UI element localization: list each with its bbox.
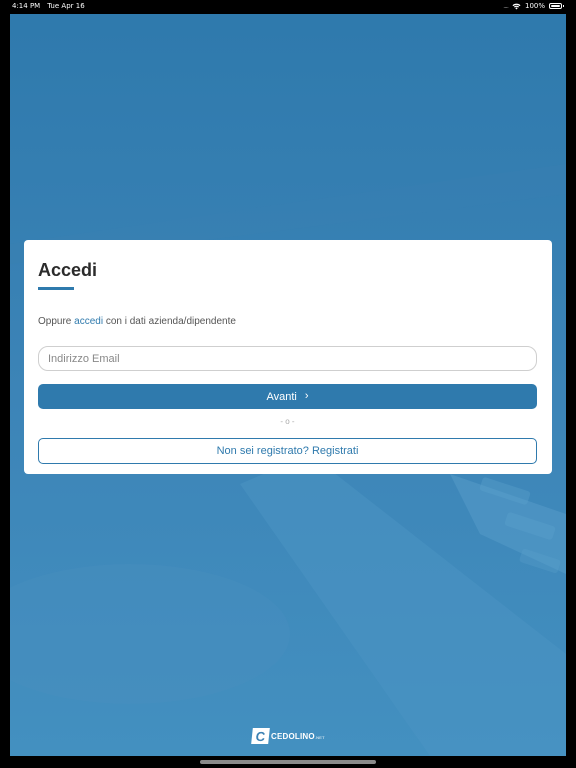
title-underline: [38, 287, 74, 290]
cedolino-logo: C CEDOLINO.NET: [251, 728, 325, 744]
app-screen: Accedi Oppure accedi con i dati azienda/…: [10, 14, 566, 756]
login-card: Accedi Oppure accedi con i dati azienda/…: [24, 240, 552, 474]
battery-percent: 100%: [524, 2, 545, 10]
wifi-icon: [512, 3, 521, 9]
logo-text: CEDOLINO.NET: [271, 732, 325, 741]
email-field[interactable]: [38, 346, 537, 371]
status-right: .... 100%: [503, 2, 564, 10]
next-button-label: Avanti: [266, 390, 297, 403]
logo-mark: C: [251, 728, 270, 744]
login-subtitle: Oppure accedi con i dati azienda/dipende…: [38, 316, 236, 327]
accedi-link[interactable]: accedi: [74, 316, 103, 327]
status-time: 4:14 PM: [12, 2, 41, 10]
subtitle-prefix: Oppure: [38, 316, 72, 327]
status-bar: 4:14 PM Tue Apr 16 .... 100%: [0, 0, 576, 14]
logo-name: CEDOLINO: [271, 731, 315, 741]
status-date: Tue Apr 16: [47, 2, 85, 10]
logo-suffix: .NET: [314, 734, 325, 740]
home-indicator[interactable]: [200, 760, 376, 764]
subtitle-suffix: con i dati azienda/dipendente: [105, 316, 236, 327]
register-button[interactable]: Non sei registrato? Registrati: [38, 438, 537, 464]
battery-icon: [549, 3, 564, 9]
signal-icon: ....: [503, 2, 509, 10]
chevron-right-icon: ›: [304, 390, 309, 402]
or-separator: - o -: [280, 417, 295, 426]
next-button[interactable]: Avanti ›: [38, 384, 537, 409]
status-left: 4:14 PM Tue Apr 16: [12, 2, 85, 10]
page-title: Accedi: [38, 260, 98, 280]
